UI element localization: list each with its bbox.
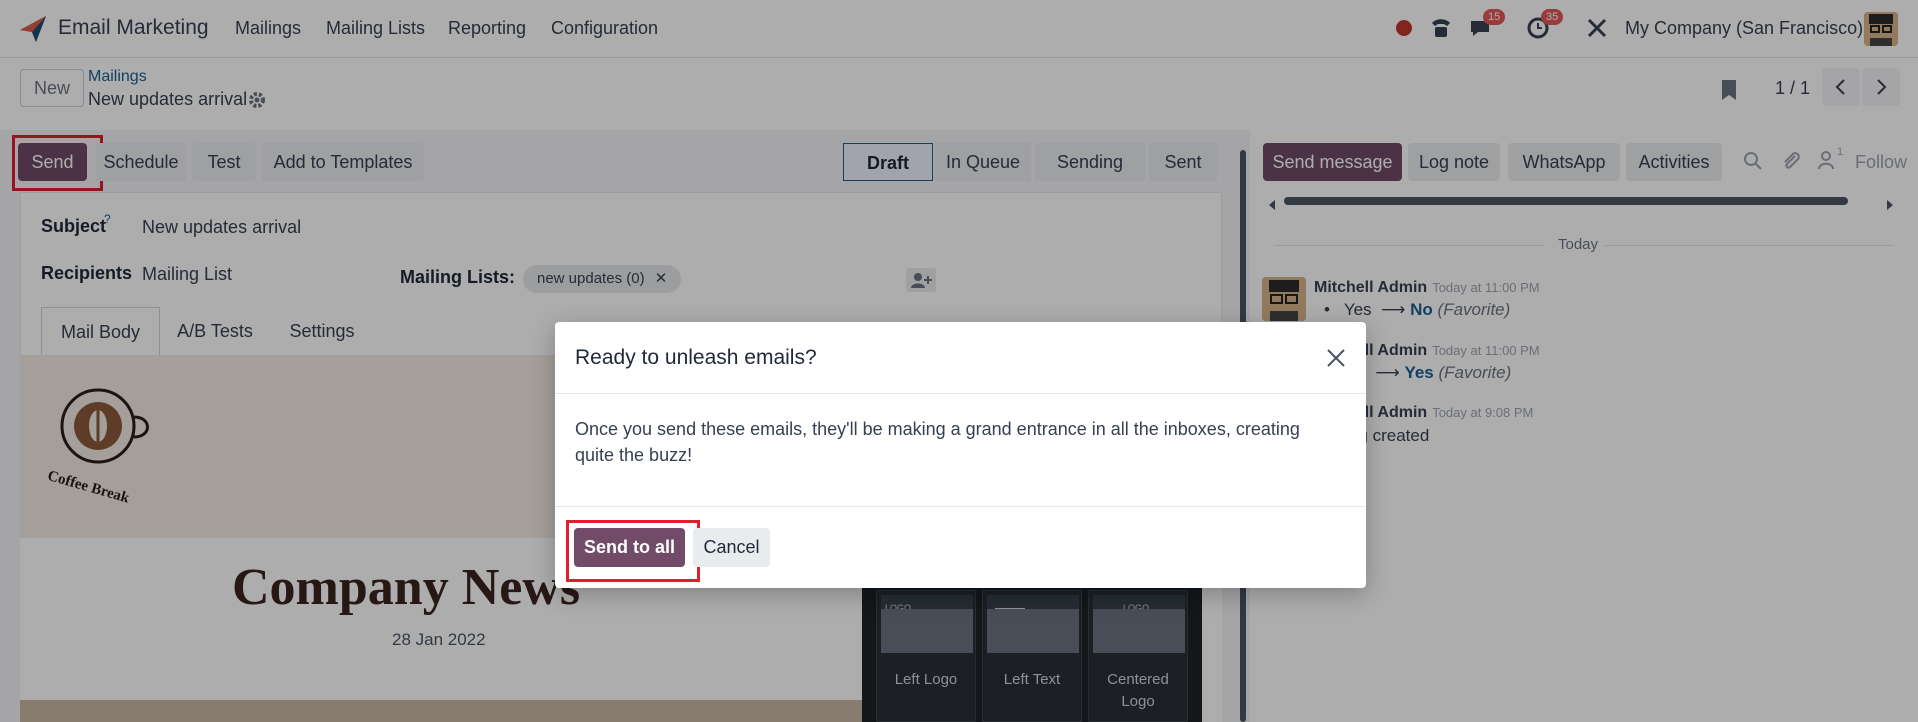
dialog-header-divider [555, 393, 1366, 394]
cancel-button[interactable]: Cancel [693, 528, 770, 567]
dialog-body-text: Once you send these emails, they'll be m… [575, 419, 1300, 465]
highlight-send-to-all-button [566, 520, 700, 582]
dialog-footer-divider [555, 506, 1366, 507]
close-icon[interactable] [1323, 345, 1349, 371]
dialog-title: Ready to unleash emails? [575, 346, 817, 369]
